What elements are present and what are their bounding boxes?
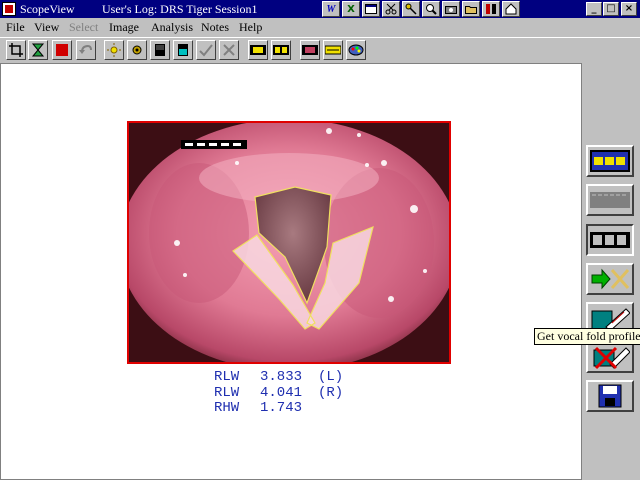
stop-icon[interactable]	[52, 40, 72, 60]
home-icon[interactable]	[502, 1, 520, 17]
app-icon	[2, 2, 16, 16]
film-frames-icon[interactable]	[271, 40, 291, 60]
key-icon[interactable]	[402, 1, 420, 17]
scissors-icon[interactable]	[382, 1, 400, 17]
film-strip-icon[interactable]	[248, 40, 268, 60]
session-label: User's Log: DRS Tiger Session1	[102, 2, 258, 16]
readout-row: RLW 4.041 (R)	[214, 384, 344, 401]
window-icon[interactable]	[362, 1, 380, 17]
gear-sun-icon[interactable]	[127, 40, 147, 60]
film-frame-icon	[590, 232, 630, 248]
tools-icon[interactable]	[482, 1, 500, 17]
film-frame-button[interactable]	[586, 224, 634, 256]
menu-analysis[interactable]: Analysis	[151, 20, 193, 35]
camera-icon[interactable]	[442, 1, 460, 17]
measurement-readouts: RLW 3.833 (L) RLW 4.041 (R) RHW 1.743	[214, 369, 344, 417]
film-strip-gray-button[interactable]	[586, 184, 634, 216]
save-button[interactable]	[586, 380, 634, 412]
excel-icon[interactable]: X	[342, 1, 360, 17]
title-icon-bar: W X	[322, 1, 520, 17]
film-strip-gray-icon	[590, 192, 630, 208]
cancel-icon[interactable]	[219, 40, 239, 60]
next-cancel-icon	[591, 268, 630, 290]
video-icon[interactable]	[300, 40, 320, 60]
film-strip-blue-button[interactable]	[586, 145, 634, 177]
folder-icon[interactable]	[462, 1, 480, 17]
readout-row: RHW 1.743	[214, 400, 303, 416]
word-icon[interactable]: W	[322, 1, 340, 17]
title-bar: ScopeView User's Log: DRS Tiger Session1…	[0, 0, 640, 18]
card-icon[interactable]	[323, 40, 343, 60]
menu-view[interactable]: View	[34, 20, 59, 35]
menu-select[interactable]: Select	[69, 20, 98, 35]
app-title: ScopeView	[20, 2, 75, 16]
toolbar	[0, 37, 640, 63]
hourglass-icon[interactable]	[28, 40, 48, 60]
menu-help[interactable]: Help	[239, 20, 262, 35]
maximize-button[interactable]: □	[603, 2, 619, 16]
menu-file[interactable]: File	[6, 20, 25, 35]
menu-bar: File View Select Image Analysis Notes He…	[0, 18, 640, 36]
save-icon	[598, 384, 622, 408]
delete-profile-icon	[593, 346, 630, 370]
menu-image[interactable]: Image	[109, 20, 139, 35]
minimize-button[interactable]: _	[586, 2, 602, 16]
undo-icon[interactable]	[76, 40, 96, 60]
crop-icon[interactable]	[6, 40, 26, 60]
close-button[interactable]: ×	[621, 2, 637, 16]
menu-notes[interactable]: Notes	[201, 20, 229, 35]
larynx-picture	[129, 123, 449, 362]
search-icon[interactable]	[422, 1, 440, 17]
monitor-cyan-icon[interactable]	[173, 40, 193, 60]
check-icon[interactable]	[196, 40, 216, 60]
sun-icon[interactable]	[104, 40, 124, 60]
palette-icon[interactable]	[346, 40, 366, 60]
endoscopy-image[interactable]	[127, 121, 451, 364]
next-cancel-button[interactable]	[586, 263, 634, 295]
film-strip-blue-icon	[590, 150, 630, 172]
monitor-icon[interactable]	[150, 40, 170, 60]
tooltip: Get vocal fold profile	[534, 328, 640, 345]
delete-profile-button[interactable]	[586, 341, 634, 373]
readout-row: RLW 3.833 (L)	[214, 369, 344, 385]
